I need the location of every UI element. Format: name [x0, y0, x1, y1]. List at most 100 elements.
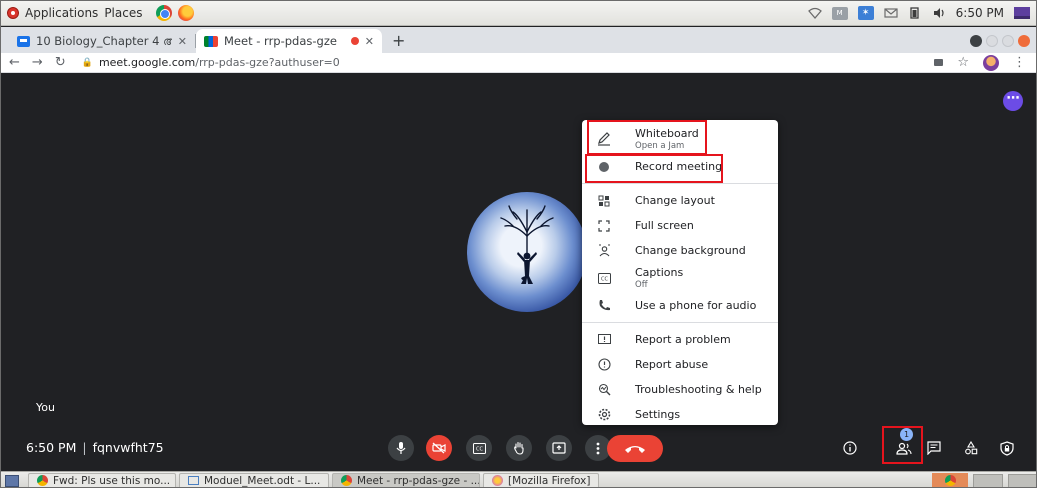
activities-button[interactable]	[962, 439, 980, 457]
more-participants-button[interactable]: ⋯	[1003, 91, 1023, 111]
meeting-details: 6:50 PM | fqnvwfht75	[26, 440, 164, 455]
tab-biology[interactable]: 10 Biology_Chapter 4 അധ്യാ ✕	[9, 29, 195, 53]
alert-icon	[597, 358, 611, 372]
taskbar-item-label: [Mozilla Firefox]	[508, 474, 591, 487]
chrome-launcher-icon[interactable]	[156, 5, 173, 21]
tab-label: Meet - rrp-pdas-gze	[224, 34, 337, 48]
bluetooth-icon[interactable]: ✶	[857, 6, 874, 20]
menu-item-full-screen[interactable]: Full screen	[582, 213, 778, 238]
reload-icon[interactable]: ↻	[55, 55, 66, 70]
menu-item-phone-audio[interactable]: Use a phone for audio	[582, 293, 778, 318]
menu-divider	[582, 183, 778, 184]
window-menu-icon[interactable]	[970, 35, 982, 47]
applications-icon[interactable]	[7, 7, 19, 19]
menu-item-label: Captions	[635, 266, 684, 279]
taskbar-item-firefox[interactable]: [Mozilla Firefox]	[483, 472, 599, 487]
menu-item-whiteboard[interactable]: Whiteboard Open a Jam	[582, 120, 778, 155]
menu-item-change-layout[interactable]: Change layout	[582, 188, 778, 213]
hand-icon	[514, 441, 524, 455]
lock-icon[interactable]: 🔒	[82, 58, 93, 68]
chrome-icon	[341, 475, 352, 486]
workspace-switcher-1[interactable]	[973, 473, 1003, 487]
taskbar-item-document[interactable]: Moduel_Meet.odt - L...	[179, 472, 329, 487]
background-icon	[597, 244, 611, 258]
envelope-icon[interactable]	[884, 7, 898, 19]
minimize-button[interactable]	[986, 35, 998, 47]
tray-chrome-icon[interactable]	[932, 472, 968, 487]
firefox-launcher-icon[interactable]	[178, 5, 195, 21]
top-panel: Applications Places M ✶ 6:50 PM	[1, 1, 1036, 26]
address-bar[interactable]: 🔒 meet.google.com/rrp-pdas-gze?authuser=…	[82, 56, 340, 69]
menu-item-settings[interactable]: Settings	[582, 402, 778, 427]
phone-hangup-icon	[625, 445, 645, 453]
volume-icon[interactable]	[932, 7, 946, 19]
close-icon[interactable]: ✕	[365, 35, 374, 48]
end-call-button[interactable]	[607, 435, 663, 462]
host-controls-button[interactable]	[998, 439, 1016, 457]
activities-icon	[965, 441, 978, 455]
battery-icon[interactable]	[908, 7, 922, 19]
profile-avatar[interactable]	[983, 54, 999, 71]
taskbar: Fwd: Pls use this mo... Moduel_Meet.odt …	[1, 471, 1036, 487]
chrome-menu-icon[interactable]: ⋮	[1013, 55, 1026, 70]
wifi-icon[interactable]	[807, 7, 822, 19]
places-menu[interactable]: Places	[104, 6, 142, 20]
highlight-record-meeting	[585, 154, 723, 183]
show-desktop-button[interactable]	[5, 474, 19, 487]
camera-off-button[interactable]	[426, 435, 452, 461]
raise-hand-button[interactable]	[506, 435, 532, 461]
mic-icon	[396, 442, 406, 454]
more-vert-icon	[596, 442, 600, 454]
bookmark-star-icon[interactable]: ☆	[957, 55, 969, 70]
meet-stage: ⋯ You Whiteboard Open a Jam Record meeti…	[2, 74, 1036, 470]
meet-control-bar: 6:50 PM | fqnvwfht75 CC 1	[2, 426, 1036, 470]
menu-item-record-meeting[interactable]: Record meeting	[582, 154, 778, 183]
menu-item-label: Full screen	[635, 219, 694, 232]
url-domain: meet.google.com	[98, 56, 196, 69]
forward-icon[interactable]: →	[32, 55, 43, 70]
menu-item-report-abuse[interactable]: Report abuse	[582, 352, 778, 377]
taskbar-item-label: Moduel_Meet.odt - L...	[204, 474, 321, 487]
tab-meet[interactable]: Meet - rrp-pdas-gze ✕	[196, 29, 382, 53]
menu-item-report-problem[interactable]: Report a problem	[582, 327, 778, 352]
browser-toolbar: ← → ↻ 🔒 meet.google.com/rrp-pdas-gze?aut…	[1, 53, 1036, 73]
close-window-button[interactable]	[1018, 35, 1030, 47]
present-icon	[552, 442, 566, 454]
present-button[interactable]	[546, 435, 572, 461]
troubleshoot-icon	[597, 383, 611, 397]
menu-item-troubleshooting[interactable]: Troubleshooting & help	[582, 377, 778, 402]
taskbar-item-label: Fwd: Pls use this mo...	[53, 474, 171, 487]
workspace-switcher-2[interactable]	[1008, 473, 1036, 487]
meeting-info-separator: |	[82, 440, 87, 455]
menu-item-label: Report a problem	[635, 333, 731, 346]
tab-label: 10 Biology_Chapter 4 അധ്യാ	[36, 33, 172, 48]
mail-indicator-icon[interactable]: M	[831, 6, 848, 20]
recording-dot-icon	[350, 37, 359, 45]
classroom-favicon-icon	[17, 35, 30, 47]
firefox-icon	[492, 475, 503, 486]
meeting-time: 6:50 PM	[26, 440, 77, 455]
back-icon[interactable]: ←	[9, 55, 20, 70]
chat-button[interactable]	[925, 439, 943, 457]
camera-in-use-icon[interactable]	[934, 59, 944, 66]
applications-menu[interactable]: Applications	[25, 6, 98, 20]
menu-item-label: Change layout	[635, 194, 715, 207]
clock[interactable]: 6:50 PM	[956, 6, 1004, 20]
yoga-tree-icon	[500, 205, 554, 284]
mic-button[interactable]	[388, 435, 414, 461]
taskbar-item-fwd[interactable]: Fwd: Pls use this mo...	[28, 472, 176, 487]
close-icon[interactable]: ✕	[178, 35, 187, 48]
screen: Applications Places M ✶ 6:50 PM 10 Biolo…	[0, 0, 1037, 488]
meet-favicon-icon	[204, 35, 218, 47]
maximize-button[interactable]	[1002, 35, 1014, 47]
meeting-info-button[interactable]	[841, 439, 859, 457]
menu-item-captions[interactable]: CC Captions Off	[582, 263, 778, 293]
menu-item-label: Troubleshooting & help	[635, 383, 762, 396]
new-tab-button[interactable]: +	[382, 31, 415, 53]
settings-icon	[597, 408, 611, 422]
taskbar-item-meet[interactable]: Meet - rrp-pdas-gze - ...	[332, 472, 480, 487]
info-icon	[843, 441, 857, 455]
menu-item-change-background[interactable]: Change background	[582, 238, 778, 263]
screen-indicator-icon[interactable]	[1014, 7, 1030, 19]
captions-button[interactable]: CC	[466, 435, 492, 461]
